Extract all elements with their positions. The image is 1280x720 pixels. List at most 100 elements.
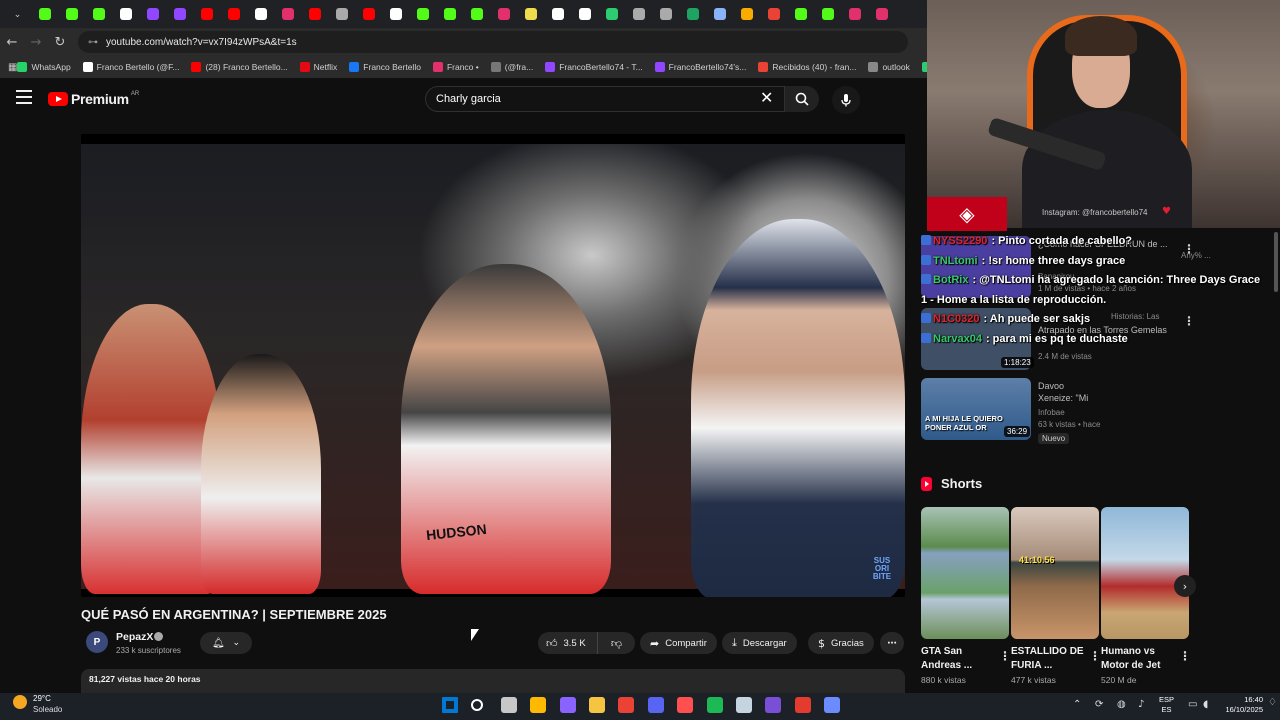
browser-tab[interactable] [301, 0, 328, 28]
download-button[interactable]: ⤓ Descargar [722, 632, 797, 654]
short-title[interactable]: GTA San Andreas ... [921, 645, 995, 673]
shorts-next-button[interactable]: › [1174, 575, 1196, 597]
browser-tab[interactable] [220, 0, 247, 28]
browser-tab[interactable] [166, 0, 193, 28]
short-thumbnail[interactable] [1101, 507, 1189, 639]
bookmark-item[interactable]: FrancoBertello74 - T... [545, 62, 643, 72]
hamburger-menu-icon[interactable] [16, 90, 32, 104]
start-menu-icon[interactable] [442, 697, 458, 713]
taskbar-app-icon[interactable] [824, 697, 841, 713]
browser-tab[interactable] [274, 0, 301, 28]
browser-tab[interactable] [193, 0, 220, 28]
scrollbar[interactable] [1273, 228, 1280, 693]
browser-tab[interactable] [760, 0, 787, 28]
short-title[interactable]: ESTALLIDO DE FURIA ... [1011, 645, 1085, 673]
browser-tab[interactable] [85, 0, 112, 28]
scrollbar-thumb[interactable] [1274, 232, 1278, 292]
clock[interactable]: 16:40 16/10/2025 [1213, 695, 1263, 715]
taskbar-app-icon[interactable] [500, 697, 517, 713]
browser-tab[interactable] [517, 0, 544, 28]
browser-tab[interactable] [652, 0, 679, 28]
tray-shield-icon[interactable]: ◍ [1117, 699, 1126, 710]
browser-tab[interactable] [31, 0, 58, 28]
taskbar-app-icon[interactable] [736, 697, 752, 713]
browser-tab[interactable] [868, 0, 895, 28]
bookmark-item[interactable]: Franco Bertello (@F... [82, 62, 179, 72]
browser-tab[interactable] [247, 0, 274, 28]
browser-tab[interactable] [841, 0, 868, 28]
weather-sun-icon[interactable] [13, 695, 27, 709]
back-icon[interactable]: ← [0, 28, 24, 56]
browser-tab[interactable] [112, 0, 139, 28]
short-card[interactable]: 41:10.56 ESTALLIDO DE FURIA ... 477 k vi… [1011, 507, 1101, 685]
like-button[interactable]: 👍︎ 3.5 K [538, 632, 598, 654]
browser-tab[interactable] [625, 0, 652, 28]
show-hidden-icons[interactable]: ⌃ [1073, 699, 1081, 710]
short-card[interactable]: Humano vs Motor de Jet 520 M de ⋮ [1101, 507, 1191, 685]
apps-grid-icon[interactable]: ▦ [8, 56, 17, 78]
site-info-icon[interactable]: ⊶ [88, 37, 98, 48]
short-title[interactable]: Humano vs Motor de Jet [1101, 645, 1175, 673]
bookmark-item[interactable]: outlook [868, 62, 910, 72]
browser-tab[interactable] [679, 0, 706, 28]
browser-tab[interactable] [409, 0, 436, 28]
weather-condition[interactable]: Soleado [33, 705, 62, 714]
browser-tab[interactable] [139, 0, 166, 28]
volume-icon[interactable]: ◖ [1203, 699, 1208, 710]
channel-name[interactable]: PepazX [116, 631, 153, 643]
description-box[interactable]: 81,227 vistas hace 20 horas [81, 669, 905, 693]
taskbar-app-icon[interactable] [647, 697, 664, 713]
tab-search-dropdown-icon[interactable]: ⌄ [4, 0, 31, 28]
short-card[interactable]: GTA San Andreas ... 880 k vistas ⋮ [921, 507, 1011, 685]
taskbar-app-icon[interactable] [618, 697, 635, 713]
browser-tab[interactable] [787, 0, 814, 28]
forward-icon[interactable]: → [24, 28, 48, 56]
short-thumbnail[interactable] [921, 507, 1009, 639]
browser-tab[interactable] [544, 0, 571, 28]
taskbar-app-icon[interactable] [706, 697, 723, 713]
channel-avatar[interactable]: P [86, 631, 108, 653]
bookmark-item[interactable]: WhatsApp [17, 62, 71, 72]
more-options-icon[interactable]: ⋮ [1089, 649, 1101, 663]
browser-tab[interactable] [328, 0, 355, 28]
url-field[interactable]: ⊶ youtube.com/watch?v=vx7I94zWPsA&t=1s [78, 31, 908, 53]
browser-tab[interactable] [706, 0, 733, 28]
subscribe-watermark[interactable]: SUS ORI BITE [869, 557, 895, 581]
taskbar-app-icon[interactable] [559, 697, 576, 713]
browser-tab[interactable] [814, 0, 841, 28]
more-actions-button[interactable]: ⋯ [880, 632, 904, 654]
dislike-button[interactable]: 👎︎ [598, 637, 635, 650]
browser-tab[interactable] [58, 0, 85, 28]
taskbar-app-icon[interactable] [677, 697, 694, 713]
short-thumbnail[interactable]: 41:10.56 [1011, 507, 1099, 639]
bookmark-item[interactable]: Recibidos (40) - fran... [758, 62, 856, 72]
network-icon[interactable]: ▭ [1188, 699, 1197, 710]
voice-search-button[interactable] [832, 86, 860, 114]
bookmark-item[interactable]: Franco • [432, 62, 479, 72]
browser-tab[interactable] [733, 0, 760, 28]
clear-search-icon[interactable]: ✕ [760, 90, 773, 106]
bookmark-item[interactable]: Netflix [299, 62, 337, 72]
browser-tab[interactable] [490, 0, 517, 28]
notifications-button[interactable]: 🔔︎ ⌄ [200, 632, 252, 654]
youtube-logo[interactable]: Premium AR [48, 91, 139, 107]
microphone-tray-icon[interactable]: ♪ [1138, 699, 1144, 710]
bookmark-item[interactable]: Franco Bertello [349, 62, 421, 72]
bookmark-item[interactable]: (@fra... [490, 62, 533, 72]
taskbar-app-icon[interactable] [530, 697, 547, 713]
more-options-icon[interactable]: ⋮ [999, 649, 1011, 663]
search-input[interactable]: Charly garcia [425, 86, 785, 112]
video-player[interactable]: HUDSON SUS ORI BITE [81, 134, 905, 597]
bookmark-item[interactable]: (28) Franco Bertello... [191, 62, 288, 72]
language-indicator[interactable]: ESP ES [1159, 695, 1174, 715]
recommended-title[interactable]: Davoo Xeneize: "Mi hija lo transformó s.… [1038, 380, 1100, 404]
notifications-bell-icon[interactable]: ♢ [1268, 697, 1277, 708]
taskbar-app-icon[interactable] [794, 697, 811, 713]
taskbar-app-icon[interactable] [589, 697, 605, 713]
browser-tab[interactable] [436, 0, 463, 28]
browser-tab[interactable] [598, 0, 625, 28]
browser-tab[interactable] [382, 0, 409, 28]
tray-app-icon[interactable]: ⟳ [1095, 699, 1103, 710]
share-button[interactable]: ➦ Compartir [640, 632, 717, 654]
search-button[interactable] [785, 86, 819, 112]
